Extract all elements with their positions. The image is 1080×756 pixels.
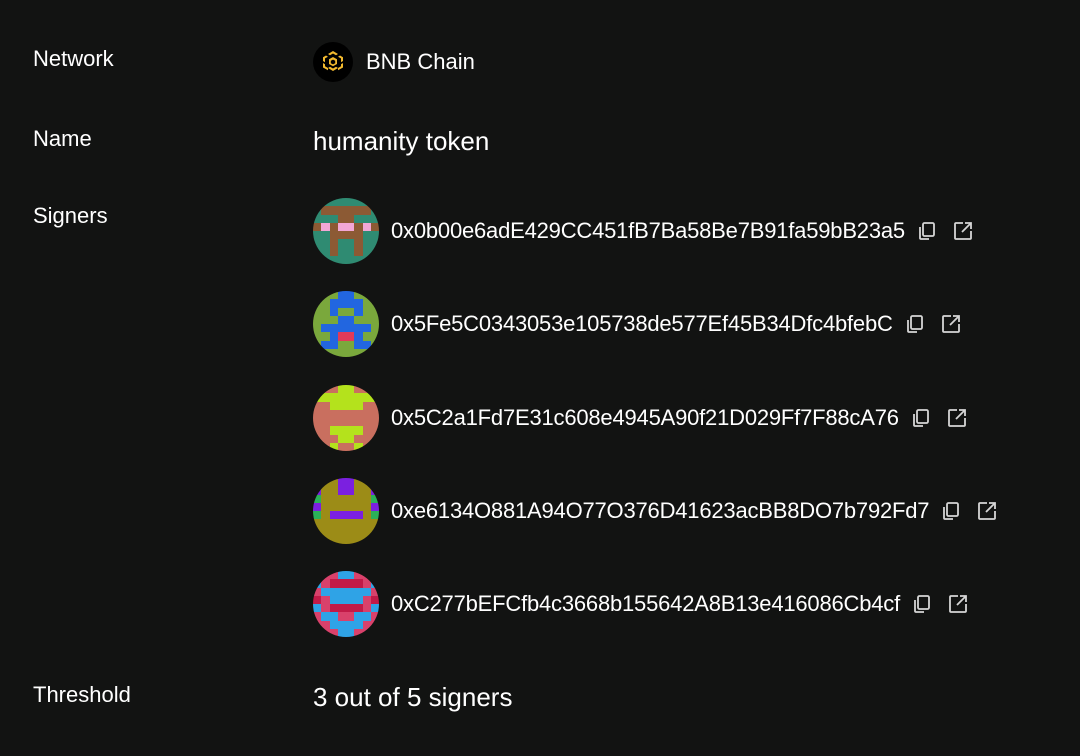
signer-address: 0xe6134O881A94O77O376D41623acBB8DO7b792F… [391, 498, 930, 523]
copy-icon[interactable] [908, 590, 936, 618]
external-link-icon[interactable] [949, 217, 977, 245]
copy-icon[interactable] [913, 217, 941, 245]
copy-icon[interactable] [937, 497, 965, 525]
external-link-icon[interactable] [973, 497, 1001, 525]
threshold-value: 3 out of 5 signers [313, 682, 513, 712]
name-label: Name [33, 126, 92, 151]
signer-address: 0x5C2a1Fd7E31c608e4945A90f21D029Ff7F88cA… [391, 405, 899, 430]
external-link-icon[interactable] [943, 404, 971, 432]
signer-avatar [313, 571, 379, 637]
signers-label: Signers [33, 203, 108, 228]
safe-name-value: humanity token [313, 126, 490, 156]
signer-row: 0x5C2a1Fd7E31c608e4945A90f21D029Ff7F88cA… [313, 385, 971, 451]
network-label: Network [33, 46, 114, 71]
signer-address: 0x0b00e6adE429CC451fB7Ba58Be7B91fa59bB23… [391, 218, 905, 243]
threshold-label: Threshold [33, 682, 131, 707]
external-link-icon[interactable] [944, 590, 972, 618]
signer-address: 0x5Fe5C0343053e105738de577Ef45B34Dfc4bfe… [391, 311, 893, 336]
bnb-chain-icon [313, 42, 353, 82]
signer-row: 0xe6134O881A94O77O376D41623acBB8DO7b792F… [313, 478, 1001, 544]
signer-avatar [313, 385, 379, 451]
copy-icon[interactable] [907, 404, 935, 432]
signer-row: 0xC277bEFCfb4c3668b155642A8B13e416086Cb4… [313, 571, 972, 637]
signer-row: 0x5Fe5C0343053e105738de577Ef45B34Dfc4bfe… [313, 291, 965, 357]
network-value: BNB Chain [313, 42, 475, 82]
signer-avatar [313, 198, 379, 264]
signer-avatar [313, 291, 379, 357]
signer-address: 0xC277bEFCfb4c3668b155642A8B13e416086Cb4… [391, 591, 901, 616]
signer-row: 0x0b00e6adE429CC451fB7Ba58Be7B91fa59bB23… [313, 198, 977, 264]
external-link-icon[interactable] [937, 310, 965, 338]
copy-icon[interactable] [901, 310, 929, 338]
signer-avatar [313, 478, 379, 544]
network-name: BNB Chain [366, 49, 475, 74]
